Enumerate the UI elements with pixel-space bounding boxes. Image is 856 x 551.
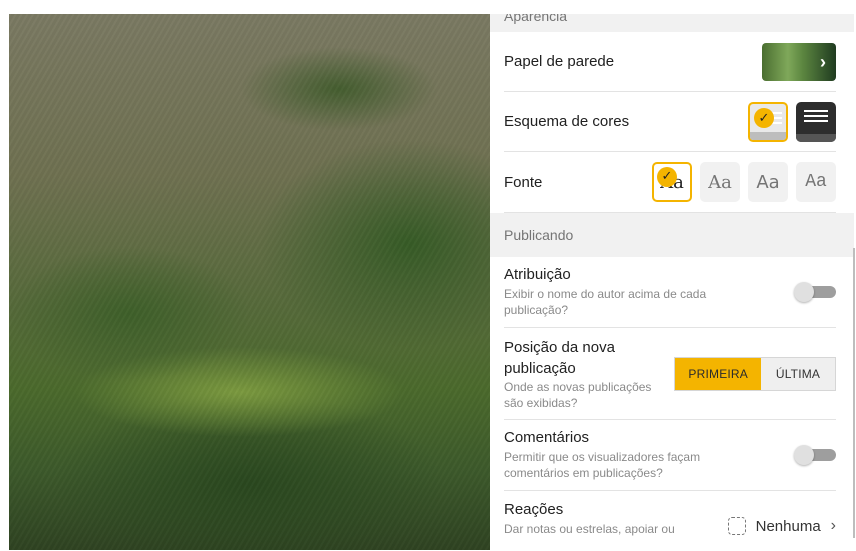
color-scheme-light-option[interactable]: ✓ (748, 101, 788, 142)
scheme-preview-footer (796, 133, 836, 142)
section-header-publishing: Publicando (490, 213, 854, 257)
comments-label: Comentários (504, 429, 590, 446)
reactions-value-label: Nenhuma (755, 517, 821, 535)
settings-panel: Aparência Papel de parede › Esquema de c… (490, 14, 854, 550)
toggle-knob (794, 445, 814, 465)
wallpaper-label: Papel de parede (504, 53, 615, 70)
section-title-appearance: Aparência (504, 14, 568, 24)
comments-description: Permitir que os visualizadores façam com… (504, 450, 701, 480)
chevron-right-icon: › (830, 517, 836, 534)
reactions-row[interactable]: Reações Dar notas ou estrelas, apoiar ou… (504, 491, 836, 551)
new-post-position-segmented-control: PRIMEIRA ÚLTIMA (674, 356, 836, 391)
color-scheme-row: Esquema de cores ✓ (504, 92, 836, 152)
check-icon: ✓ (754, 107, 774, 128)
reactions-text: Reações Dar notas ou estrelas, apoiar ou (504, 501, 704, 537)
font-sample-3: Aa (756, 171, 780, 193)
comments-text: Comentários Permitir que os visualizador… (504, 429, 734, 481)
font-options: Aa ✓ Aa Aa Aa (652, 162, 836, 202)
comments-toggle[interactable] (794, 445, 836, 465)
chevron-right-icon: › (820, 51, 826, 72)
font-option-1[interactable]: Aa ✓ (652, 162, 692, 202)
comments-row: Comentários Permitir que os visualizador… (504, 420, 836, 491)
reactions-description: Dar notas ou estrelas, apoiar ou (504, 522, 675, 536)
board-wallpaper-background (9, 14, 490, 550)
attribution-text: Atribuição Exibir o nome do autor acima … (504, 266, 734, 318)
section-header-appearance: Aparência (490, 14, 854, 32)
font-option-2[interactable]: Aa (700, 162, 740, 202)
attribution-toggle[interactable] (794, 282, 836, 302)
reactions-value[interactable]: Nenhuma › (727, 517, 836, 535)
color-scheme-label: Esquema de cores (504, 113, 630, 130)
wallpaper-texture (9, 14, 490, 550)
scheme-preview-footer (750, 131, 786, 140)
wallpaper-row[interactable]: Papel de parede › (504, 32, 836, 92)
position-first-button[interactable]: PRIMEIRA (675, 357, 761, 390)
font-option-4[interactable]: Aa (796, 162, 836, 202)
font-option-3[interactable]: Aa (748, 162, 788, 202)
color-scheme-dark-option[interactable] (796, 101, 836, 142)
font-label: Fonte (504, 173, 543, 191)
font-row: Fonte Aa ✓ Aa Aa Aa (504, 152, 836, 213)
attribution-description: Exibir o nome do autor acima de cada pub… (504, 287, 707, 317)
attribution-label: Atribuição (504, 266, 571, 283)
text-lines-icon (804, 109, 828, 125)
check-icon: ✓ (657, 167, 677, 187)
new-post-position-description: Onde as novas publicações são exibidas? (504, 379, 652, 410)
reactions-label: Reações (504, 501, 564, 518)
wallpaper-thumbnail-button[interactable]: › (762, 42, 836, 81)
toggle-knob (794, 282, 814, 302)
font-sample-2: Aa (708, 171, 732, 193)
new-post-position-row: Posição da nova publicação Onde as novas… (504, 328, 836, 420)
position-last-button[interactable]: ÚLTIMA (761, 357, 835, 390)
section-title-publishing: Publicando (504, 227, 574, 243)
color-scheme-options: ✓ (748, 101, 836, 142)
panel-scrollbar[interactable] (853, 248, 855, 538)
new-post-position-label: Posição da nova publicação (504, 338, 615, 377)
attribution-row: Atribuição Exibir o nome do autor acima … (504, 257, 836, 328)
font-sample-4: Aa (805, 172, 827, 192)
empty-reaction-icon (727, 517, 746, 535)
new-post-position-text: Posição da nova publicação Onde as novas… (504, 337, 664, 411)
